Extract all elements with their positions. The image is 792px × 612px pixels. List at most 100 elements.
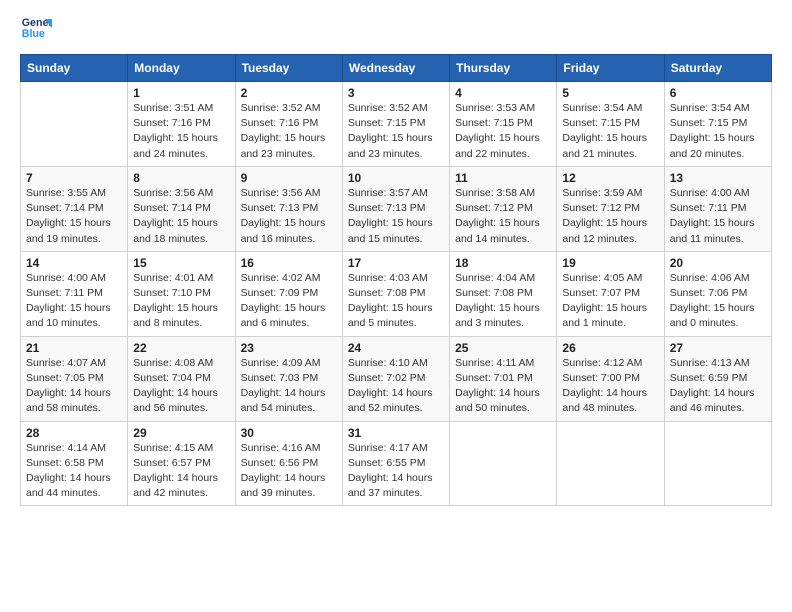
- week-row-2: 7Sunrise: 3:55 AM Sunset: 7:14 PM Daylig…: [21, 166, 772, 251]
- cell-day-number: 11: [455, 171, 551, 185]
- cell-day-number: 24: [348, 341, 444, 355]
- cell-day-number: 16: [241, 256, 337, 270]
- cell-day-number: 29: [133, 426, 229, 440]
- cell-info: Sunrise: 4:12 AM Sunset: 7:00 PM Dayligh…: [562, 356, 658, 417]
- calendar-cell: 22Sunrise: 4:08 AM Sunset: 7:04 PM Dayli…: [128, 336, 235, 421]
- cell-info: Sunrise: 3:59 AM Sunset: 7:12 PM Dayligh…: [562, 186, 658, 247]
- calendar-body: 1Sunrise: 3:51 AM Sunset: 7:16 PM Daylig…: [21, 82, 772, 506]
- calendar-cell: 29Sunrise: 4:15 AM Sunset: 6:57 PM Dayli…: [128, 421, 235, 506]
- cell-info: Sunrise: 4:10 AM Sunset: 7:02 PM Dayligh…: [348, 356, 444, 417]
- cell-info: Sunrise: 3:58 AM Sunset: 7:12 PM Dayligh…: [455, 186, 551, 247]
- cell-info: Sunrise: 4:05 AM Sunset: 7:07 PM Dayligh…: [562, 271, 658, 332]
- calendar-cell: 26Sunrise: 4:12 AM Sunset: 7:00 PM Dayli…: [557, 336, 664, 421]
- col-header-sunday: Sunday: [21, 55, 128, 82]
- cell-info: Sunrise: 4:08 AM Sunset: 7:04 PM Dayligh…: [133, 356, 229, 417]
- col-header-tuesday: Tuesday: [235, 55, 342, 82]
- cell-day-number: 10: [348, 171, 444, 185]
- calendar-cell: 16Sunrise: 4:02 AM Sunset: 7:09 PM Dayli…: [235, 251, 342, 336]
- header-row: SundayMondayTuesdayWednesdayThursdayFrid…: [21, 55, 772, 82]
- cell-info: Sunrise: 3:55 AM Sunset: 7:14 PM Dayligh…: [26, 186, 122, 247]
- cell-day-number: 5: [562, 86, 658, 100]
- cell-info: Sunrise: 4:00 AM Sunset: 7:11 PM Dayligh…: [26, 271, 122, 332]
- cell-day-number: 2: [241, 86, 337, 100]
- cell-info: Sunrise: 4:17 AM Sunset: 6:55 PM Dayligh…: [348, 441, 444, 502]
- cell-day-number: 30: [241, 426, 337, 440]
- week-row-1: 1Sunrise: 3:51 AM Sunset: 7:16 PM Daylig…: [21, 82, 772, 167]
- col-header-thursday: Thursday: [450, 55, 557, 82]
- calendar-header: SundayMondayTuesdayWednesdayThursdayFrid…: [21, 55, 772, 82]
- calendar-cell: 21Sunrise: 4:07 AM Sunset: 7:05 PM Dayli…: [21, 336, 128, 421]
- cell-day-number: 8: [133, 171, 229, 185]
- cell-day-number: 20: [670, 256, 766, 270]
- cell-day-number: 23: [241, 341, 337, 355]
- cell-day-number: 4: [455, 86, 551, 100]
- logo-icon: General Blue: [20, 12, 52, 44]
- calendar-cell: 31Sunrise: 4:17 AM Sunset: 6:55 PM Dayli…: [342, 421, 449, 506]
- col-header-saturday: Saturday: [664, 55, 771, 82]
- cell-info: Sunrise: 3:57 AM Sunset: 7:13 PM Dayligh…: [348, 186, 444, 247]
- cell-day-number: 22: [133, 341, 229, 355]
- calendar-cell: 6Sunrise: 3:54 AM Sunset: 7:15 PM Daylig…: [664, 82, 771, 167]
- cell-day-number: 6: [670, 86, 766, 100]
- calendar-cell: 5Sunrise: 3:54 AM Sunset: 7:15 PM Daylig…: [557, 82, 664, 167]
- calendar-cell: 18Sunrise: 4:04 AM Sunset: 7:08 PM Dayli…: [450, 251, 557, 336]
- cell-info: Sunrise: 3:52 AM Sunset: 7:15 PM Dayligh…: [348, 101, 444, 162]
- week-row-3: 14Sunrise: 4:00 AM Sunset: 7:11 PM Dayli…: [21, 251, 772, 336]
- page: General Blue SundayMondayTuesdayWednesda…: [0, 0, 792, 612]
- col-header-wednesday: Wednesday: [342, 55, 449, 82]
- cell-day-number: 9: [241, 171, 337, 185]
- calendar-cell: 15Sunrise: 4:01 AM Sunset: 7:10 PM Dayli…: [128, 251, 235, 336]
- cell-info: Sunrise: 4:00 AM Sunset: 7:11 PM Dayligh…: [670, 186, 766, 247]
- calendar-cell: [450, 421, 557, 506]
- cell-day-number: 12: [562, 171, 658, 185]
- calendar-cell: 28Sunrise: 4:14 AM Sunset: 6:58 PM Dayli…: [21, 421, 128, 506]
- calendar-cell: 10Sunrise: 3:57 AM Sunset: 7:13 PM Dayli…: [342, 166, 449, 251]
- cell-day-number: 25: [455, 341, 551, 355]
- cell-day-number: 26: [562, 341, 658, 355]
- calendar-cell: 7Sunrise: 3:55 AM Sunset: 7:14 PM Daylig…: [21, 166, 128, 251]
- calendar-cell: 2Sunrise: 3:52 AM Sunset: 7:16 PM Daylig…: [235, 82, 342, 167]
- calendar-table: SundayMondayTuesdayWednesdayThursdayFrid…: [20, 54, 772, 506]
- cell-info: Sunrise: 4:14 AM Sunset: 6:58 PM Dayligh…: [26, 441, 122, 502]
- cell-day-number: 28: [26, 426, 122, 440]
- calendar-cell: 3Sunrise: 3:52 AM Sunset: 7:15 PM Daylig…: [342, 82, 449, 167]
- cell-info: Sunrise: 4:16 AM Sunset: 6:56 PM Dayligh…: [241, 441, 337, 502]
- calendar-cell: 12Sunrise: 3:59 AM Sunset: 7:12 PM Dayli…: [557, 166, 664, 251]
- col-header-monday: Monday: [128, 55, 235, 82]
- calendar-cell: 17Sunrise: 4:03 AM Sunset: 7:08 PM Dayli…: [342, 251, 449, 336]
- cell-info: Sunrise: 4:03 AM Sunset: 7:08 PM Dayligh…: [348, 271, 444, 332]
- calendar-cell: 30Sunrise: 4:16 AM Sunset: 6:56 PM Dayli…: [235, 421, 342, 506]
- calendar-cell: 4Sunrise: 3:53 AM Sunset: 7:15 PM Daylig…: [450, 82, 557, 167]
- cell-info: Sunrise: 3:56 AM Sunset: 7:14 PM Dayligh…: [133, 186, 229, 247]
- week-row-5: 28Sunrise: 4:14 AM Sunset: 6:58 PM Dayli…: [21, 421, 772, 506]
- cell-info: Sunrise: 4:04 AM Sunset: 7:08 PM Dayligh…: [455, 271, 551, 332]
- cell-day-number: 19: [562, 256, 658, 270]
- cell-info: Sunrise: 3:54 AM Sunset: 7:15 PM Dayligh…: [562, 101, 658, 162]
- cell-day-number: 13: [670, 171, 766, 185]
- cell-day-number: 3: [348, 86, 444, 100]
- calendar-cell: 20Sunrise: 4:06 AM Sunset: 7:06 PM Dayli…: [664, 251, 771, 336]
- calendar-cell: 27Sunrise: 4:13 AM Sunset: 6:59 PM Dayli…: [664, 336, 771, 421]
- cell-info: Sunrise: 4:01 AM Sunset: 7:10 PM Dayligh…: [133, 271, 229, 332]
- week-row-4: 21Sunrise: 4:07 AM Sunset: 7:05 PM Dayli…: [21, 336, 772, 421]
- col-header-friday: Friday: [557, 55, 664, 82]
- calendar-cell: [664, 421, 771, 506]
- svg-text:Blue: Blue: [22, 28, 45, 40]
- calendar-cell: 11Sunrise: 3:58 AM Sunset: 7:12 PM Dayli…: [450, 166, 557, 251]
- calendar-cell: 9Sunrise: 3:56 AM Sunset: 7:13 PM Daylig…: [235, 166, 342, 251]
- cell-info: Sunrise: 3:53 AM Sunset: 7:15 PM Dayligh…: [455, 101, 551, 162]
- cell-day-number: 14: [26, 256, 122, 270]
- cell-info: Sunrise: 3:51 AM Sunset: 7:16 PM Dayligh…: [133, 101, 229, 162]
- cell-day-number: 27: [670, 341, 766, 355]
- cell-info: Sunrise: 4:11 AM Sunset: 7:01 PM Dayligh…: [455, 356, 551, 417]
- cell-day-number: 31: [348, 426, 444, 440]
- cell-info: Sunrise: 3:56 AM Sunset: 7:13 PM Dayligh…: [241, 186, 337, 247]
- calendar-cell: 24Sunrise: 4:10 AM Sunset: 7:02 PM Dayli…: [342, 336, 449, 421]
- cell-info: Sunrise: 4:07 AM Sunset: 7:05 PM Dayligh…: [26, 356, 122, 417]
- cell-day-number: 7: [26, 171, 122, 185]
- calendar-cell: 25Sunrise: 4:11 AM Sunset: 7:01 PM Dayli…: [450, 336, 557, 421]
- calendar-cell: 19Sunrise: 4:05 AM Sunset: 7:07 PM Dayli…: [557, 251, 664, 336]
- calendar-cell: 23Sunrise: 4:09 AM Sunset: 7:03 PM Dayli…: [235, 336, 342, 421]
- cell-day-number: 18: [455, 256, 551, 270]
- header: General Blue: [20, 16, 772, 44]
